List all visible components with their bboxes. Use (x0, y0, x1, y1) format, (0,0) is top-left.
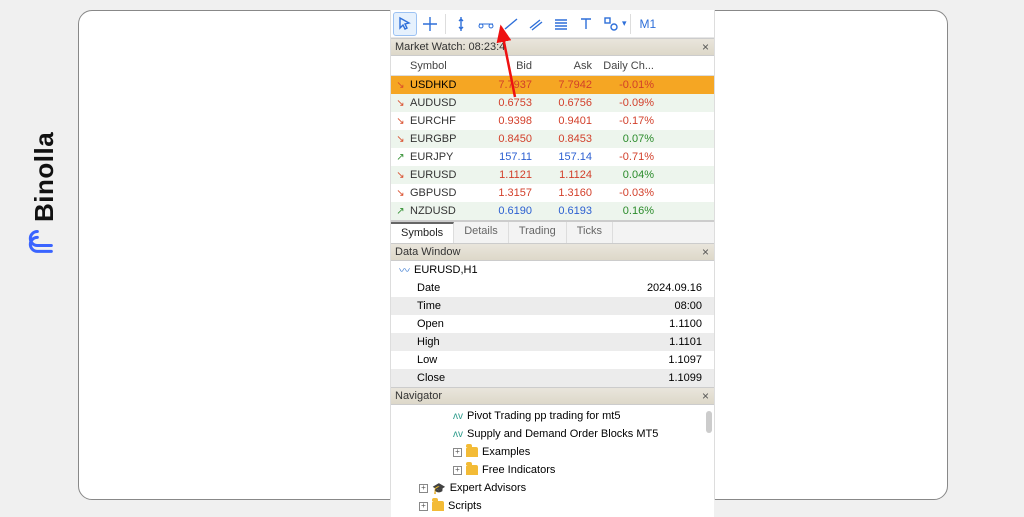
col-bid[interactable]: Bid (478, 60, 538, 72)
text-tool-button[interactable] (574, 12, 598, 36)
horizontal-line-tool-button[interactable] (474, 12, 498, 36)
tab-trading[interactable]: Trading (509, 222, 567, 243)
close-icon[interactable]: × (702, 40, 709, 54)
expand-icon[interactable]: + (419, 502, 428, 511)
arrow-down-icon: ↘ (393, 134, 408, 145)
market-watch-tabs: Symbols Details Trading Ticks (391, 221, 714, 243)
col-ask[interactable]: Ask (538, 60, 598, 72)
brand-logo-icon (28, 228, 61, 256)
arrow-up-icon: ↗ (393, 152, 408, 163)
tab-details[interactable]: Details (454, 222, 509, 243)
arrow-down-icon: ↘ (393, 80, 408, 91)
market-watch-title: Market Watch: 08:23:4 (395, 41, 505, 53)
trend-line-tool-button[interactable] (499, 12, 523, 36)
col-symbol[interactable]: Symbol (408, 60, 478, 72)
expand-icon[interactable]: + (453, 448, 462, 457)
market-watch-rows: ↘USDHKD7.79377.7942-0.01%↘AUDUSD0.67530.… (391, 76, 714, 221)
vertical-line-tool-button[interactable] (449, 12, 473, 36)
cursor-tool-button[interactable] (393, 12, 417, 36)
market-watch-row[interactable]: ↘EURGBP0.84500.84530.07% (391, 130, 714, 148)
market-watch-row[interactable]: ↘AUDUSD0.67530.6756-0.09% (391, 94, 714, 112)
market-watch-row[interactable]: ↘GBPUSD1.31571.3160-0.03% (391, 184, 714, 202)
navigator-item[interactable]: +🎓Expert Advisors (391, 479, 714, 497)
data-window-row: Low1.1097 (391, 351, 714, 369)
tab-ticks[interactable]: Ticks (567, 222, 613, 243)
navigator-item[interactable]: +Scripts (391, 497, 714, 515)
navigator-title: Navigator (395, 390, 442, 402)
market-watch-row[interactable]: ↗NZDUSD0.61900.61930.16% (391, 202, 714, 220)
arrow-down-icon: ↘ (393, 98, 408, 109)
market-watch-row[interactable]: ↘EURUSD1.11211.11240.04% (391, 166, 714, 184)
arrow-down-icon: ↘ (393, 170, 408, 181)
data-window-row: Open1.1100 (391, 315, 714, 333)
brand-name: Binolla (29, 132, 60, 222)
expand-icon[interactable]: + (419, 484, 428, 493)
expert-advisor-icon: 🎓 (432, 482, 446, 495)
market-watch-title-bar: Market Watch: 08:23:4 × (391, 38, 714, 56)
data-window-symbol-row[interactable]: 〰 EURUSD,H1 (391, 261, 714, 279)
folder-icon (432, 501, 444, 511)
dropdown-caret-icon[interactable]: ▾ (622, 18, 627, 29)
data-window-rows: Date2024.09.16Time08:00Open1.1100High1.1… (391, 279, 714, 387)
market-watch-row[interactable]: ↗EURJPY157.11157.14-0.71% (391, 148, 714, 166)
market-watch-row[interactable]: ↘USDHKD7.79377.7942-0.01% (391, 76, 714, 94)
timeframe-button[interactable]: M1 (634, 12, 663, 36)
close-icon[interactable]: × (702, 389, 709, 403)
crosshair-tool-button[interactable] (418, 12, 442, 36)
indicator-icon: ᴧᴠ (453, 411, 463, 422)
folder-icon (466, 447, 478, 457)
tab-symbols[interactable]: Symbols (391, 222, 454, 243)
col-daily-change[interactable]: Daily Ch... (598, 60, 660, 72)
toolbar-separator (630, 14, 631, 34)
mt5-panel: ▾ M1 Market Watch: 08:23:4 × Symbol Bid … (390, 10, 715, 500)
navigator-item[interactable]: ᴧᴠPivot Trading pp trading for mt5 (391, 407, 714, 425)
shapes-tool-button[interactable] (599, 12, 623, 36)
navigator-title-bar: Navigator × (391, 387, 714, 405)
indicator-icon: ᴧᴠ (453, 429, 463, 440)
drawing-toolbar: ▾ M1 (391, 10, 714, 38)
data-window-title: Data Window (395, 246, 460, 258)
toolbar-separator (445, 14, 446, 34)
arrow-up-icon: ↗ (393, 206, 408, 217)
close-icon[interactable]: × (702, 245, 709, 259)
data-window-title-bar: Data Window × (391, 243, 714, 261)
arrow-down-icon: ↘ (393, 188, 408, 199)
brand-logo-block: Binolla (28, 132, 61, 256)
navigator-item[interactable]: +Examples (391, 443, 714, 461)
scrollbar-thumb[interactable] (706, 411, 712, 433)
data-window-row: Close1.1099 (391, 369, 714, 387)
data-window-row: High1.1101 (391, 333, 714, 351)
market-watch-header-row: Symbol Bid Ask Daily Ch... (391, 56, 714, 76)
navigator-tree: ᴧᴠPivot Trading pp trading for mt5ᴧᴠSupp… (391, 405, 714, 517)
navigator-item[interactable]: ᴧᴠSupply and Demand Order Blocks MT5 (391, 425, 714, 443)
data-window-row: Date2024.09.16 (391, 279, 714, 297)
equidistant-channel-tool-button[interactable] (524, 12, 548, 36)
chart-line-icon: 〰 (399, 262, 410, 278)
arrow-down-icon: ↘ (393, 116, 408, 127)
market-watch-row[interactable]: ↘EURCHF0.93980.9401-0.17% (391, 112, 714, 130)
folder-icon (466, 465, 478, 475)
expand-icon[interactable]: + (453, 466, 462, 475)
data-window-row: Time08:00 (391, 297, 714, 315)
navigator-item[interactable]: +Free Indicators (391, 461, 714, 479)
fibonacci-tool-button[interactable] (549, 12, 573, 36)
